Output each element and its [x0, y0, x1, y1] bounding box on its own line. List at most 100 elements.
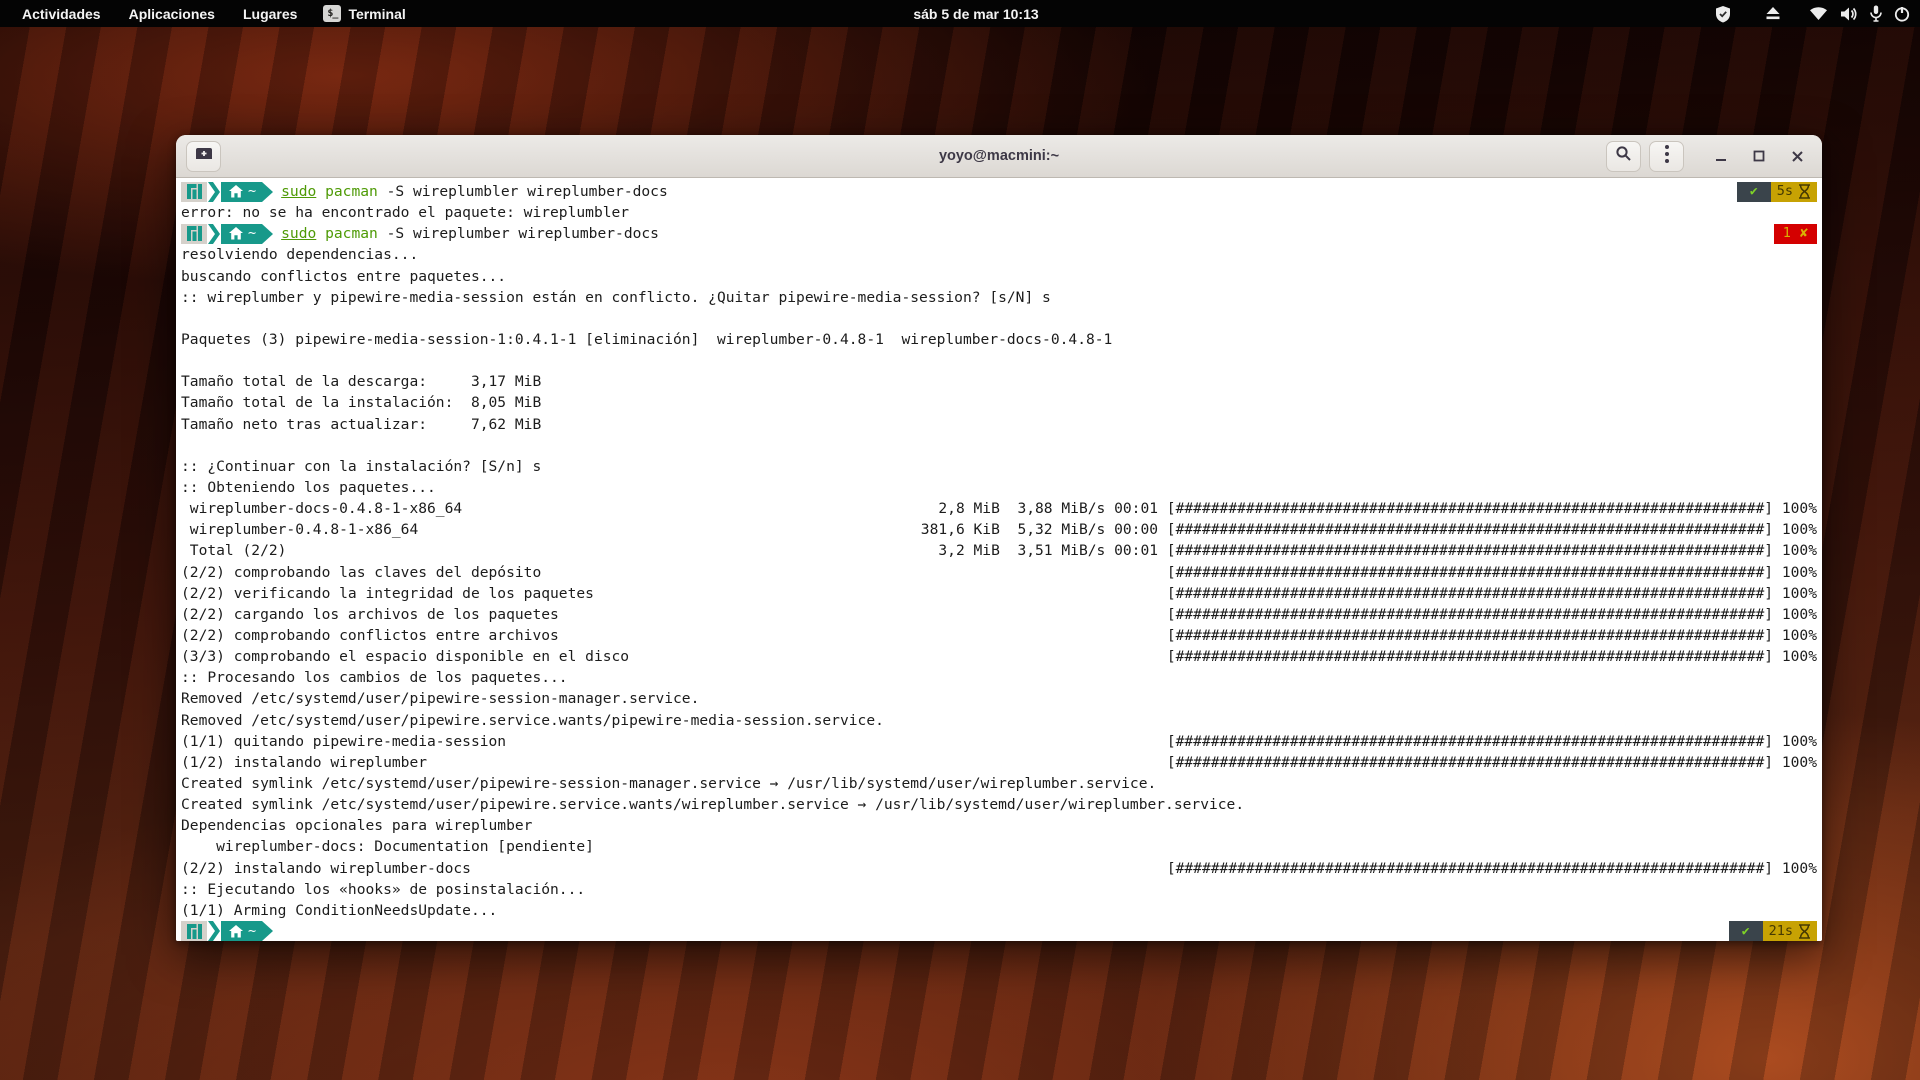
progress-bar: [#######################################…	[1167, 646, 1817, 667]
status-area	[1715, 0, 1910, 27]
new-tab-icon	[195, 146, 213, 166]
home-icon	[229, 925, 243, 938]
command-text: pacman	[325, 181, 378, 202]
manjaro-logo-icon	[181, 182, 207, 202]
top-bar-app-label: Terminal	[348, 6, 405, 22]
command-text: -S wireplumber wireplumber-docs	[378, 223, 659, 244]
kebab-menu-icon	[1664, 144, 1670, 169]
terminal-line: (2/2) comprobando conflictos entre archi…	[181, 625, 1817, 646]
progress-bar: 3,2 MiB 3,51 MiB/s 00:01 [##############…	[921, 540, 1817, 561]
terminal-line: ~ sudo pacman -S wireplumbler wireplumber…	[181, 181, 1817, 202]
output-text: :: Ejecutando los «hooks» de posinstalac…	[181, 879, 585, 900]
duration-text: 5s	[1777, 181, 1793, 202]
output-text: Removed /etc/systemd/user/pipewire-sessi…	[181, 688, 699, 709]
home-icon	[229, 185, 243, 198]
progress-label: wireplumber-0.4.8-1-x86_64	[181, 519, 418, 540]
terminal-icon: $_	[323, 5, 341, 22]
success-check-icon: ✔	[1737, 182, 1771, 202]
duration-text: 21s	[1769, 921, 1793, 941]
command-text: sudo	[281, 181, 316, 202]
command-text: -S wireplumbler wireplumber-docs	[378, 181, 668, 202]
terminal-content[interactable]: ~ sudo pacman -S wireplumbler wireplumber…	[176, 178, 1822, 941]
command-text	[316, 181, 325, 202]
prompt-arrow-tip	[262, 224, 273, 244]
shield-check-icon[interactable]	[1715, 0, 1731, 27]
titlebar[interactable]: yoyo@macmini:~	[176, 135, 1822, 178]
terminal-line: wireplumber-0.4.8-1-x86_64381,6 KiB 5,32…	[181, 519, 1817, 540]
hourglass-icon	[1798, 924, 1811, 939]
terminal-line: (1/1) Arming ConditionNeedsUpdate...	[181, 900, 1817, 921]
output-text: buscando conflictos entre paquetes...	[181, 266, 506, 287]
top-bar-menu-actividades[interactable]: Actividades	[8, 0, 115, 27]
new-tab-button[interactable]	[186, 141, 221, 172]
top-bar-app-menu[interactable]: $_ Terminal	[311, 0, 417, 27]
power-icon[interactable]	[1894, 0, 1910, 27]
command-text: pacman	[325, 223, 378, 244]
output-text: :: wireplumber y pipewire-media-session …	[181, 287, 1051, 308]
terminal-line: Tamaño total de la descarga: 3,17 MiB	[181, 371, 1817, 392]
menu-button[interactable]	[1649, 141, 1684, 172]
terminal-line: ~sudo pacman -S wireplumber wireplumber-…	[181, 223, 1817, 244]
terminal-line: :: Obteniendo los paquetes...	[181, 477, 1817, 498]
output-text: error: no se ha encontrado el paquete: w…	[181, 202, 629, 223]
prompt-directory-segment: ~	[221, 921, 262, 941]
prompt-directory-segment: ~	[221, 182, 262, 202]
window-title: yoyo@macmini:~	[939, 148, 1059, 164]
output-text: Removed /etc/systemd/user/pipewire.servi…	[181, 710, 884, 731]
terminal-line: (1/2) instalando wireplumber[###########…	[181, 752, 1817, 773]
top-bar-menu-lugares[interactable]: Lugares	[229, 0, 311, 27]
hourglass-icon	[1798, 184, 1811, 199]
progress-label: (2/2) instalando wireplumber-docs	[181, 858, 471, 879]
progress-label: (2/2) comprobando conflictos entre archi…	[181, 625, 559, 646]
terminal-line: resolviendo dependencias...	[181, 244, 1817, 265]
volume-icon[interactable]	[1840, 0, 1858, 27]
close-button[interactable]	[1782, 141, 1812, 171]
prompt-arrow-tip	[262, 182, 273, 202]
terminal-line: :: wireplumber y pipewire-media-session …	[181, 287, 1817, 308]
prompt-directory-segment: ~	[221, 224, 262, 244]
eject-icon[interactable]	[1765, 0, 1781, 27]
prompt-arrow-tip	[262, 921, 273, 941]
top-bar: ActividadesAplicacionesLugares $_ Terminal…	[0, 0, 1920, 27]
terminal-line	[181, 350, 1817, 371]
top-bar-menus: ActividadesAplicacionesLugares $_ Terminal	[0, 0, 418, 27]
terminal-line: (2/2) instalando wireplumber-docs [######…	[181, 858, 1817, 879]
output-text: resolviendo dependencias...	[181, 244, 418, 265]
terminal-line: Paquetes (3) pipewire-media-session-1:0.…	[181, 329, 1817, 350]
shell-prompt: ~	[181, 921, 273, 941]
progress-label: (1/1) quitando pipewire-media-session	[181, 731, 506, 752]
terminal-line: (3/3) comprobando el espacio disponible …	[181, 646, 1817, 667]
duration-badge: ✔ 5s	[1737, 182, 1817, 202]
terminal-line: Removed /etc/systemd/user/pipewire.servi…	[181, 710, 1817, 731]
desktop: ActividadesAplicacionesLugares $_ Terminal…	[0, 0, 1920, 1080]
maximize-button[interactable]	[1744, 141, 1774, 171]
progress-label: (2/2) cargando los archivos de los paque…	[181, 604, 559, 625]
progress-bar: [#######################################…	[1167, 858, 1817, 879]
duration-segment: 21s	[1763, 921, 1817, 941]
search-button[interactable]	[1606, 141, 1641, 172]
terminal-line: Created symlink /etc/systemd/user/pipewi…	[181, 773, 1817, 794]
progress-bar: [#######################################…	[1167, 604, 1817, 625]
shell-prompt: ~	[181, 224, 273, 244]
terminal-line: Dependencias opcionales para wireplumber	[181, 815, 1817, 836]
wifi-icon[interactable]	[1809, 0, 1828, 27]
output-text: Paquetes (3) pipewire-media-session-1:0.…	[181, 329, 1112, 350]
terminal-line: Created symlink /etc/systemd/user/pipewi…	[181, 794, 1817, 815]
output-text: Tamaño neto tras actualizar: 7,62 MiB	[181, 414, 541, 435]
terminal-line: error: no se ha encontrado el paquete: w…	[181, 202, 1817, 223]
clock[interactable]: sáb 5 de mar 10:13	[913, 0, 1038, 27]
progress-label: (3/3) comprobando el espacio disponible …	[181, 646, 629, 667]
output-text: (1/1) Arming ConditionNeedsUpdate...	[181, 900, 497, 921]
top-bar-menu-aplicaciones[interactable]: Aplicaciones	[115, 0, 229, 27]
minimize-button[interactable]	[1706, 141, 1736, 171]
duration-badge: ✔21s	[1729, 921, 1817, 941]
microphone-icon[interactable]	[1870, 0, 1882, 27]
output-text: Created symlink /etc/systemd/user/pipewi…	[181, 794, 1244, 815]
command-text	[316, 223, 325, 244]
progress-label: (2/2) verificando la integridad de los p…	[181, 583, 594, 604]
terminal-line: Total (2/2) 3,2 MiB 3,51 MiB/s 00:01 [##…	[181, 540, 1817, 561]
terminal-line: (2/2) cargando los archivos de los paque…	[181, 604, 1817, 625]
error-count-segment: 1✘	[1774, 224, 1817, 244]
cross-icon: ✘	[1800, 223, 1808, 244]
search-icon	[1615, 145, 1632, 167]
